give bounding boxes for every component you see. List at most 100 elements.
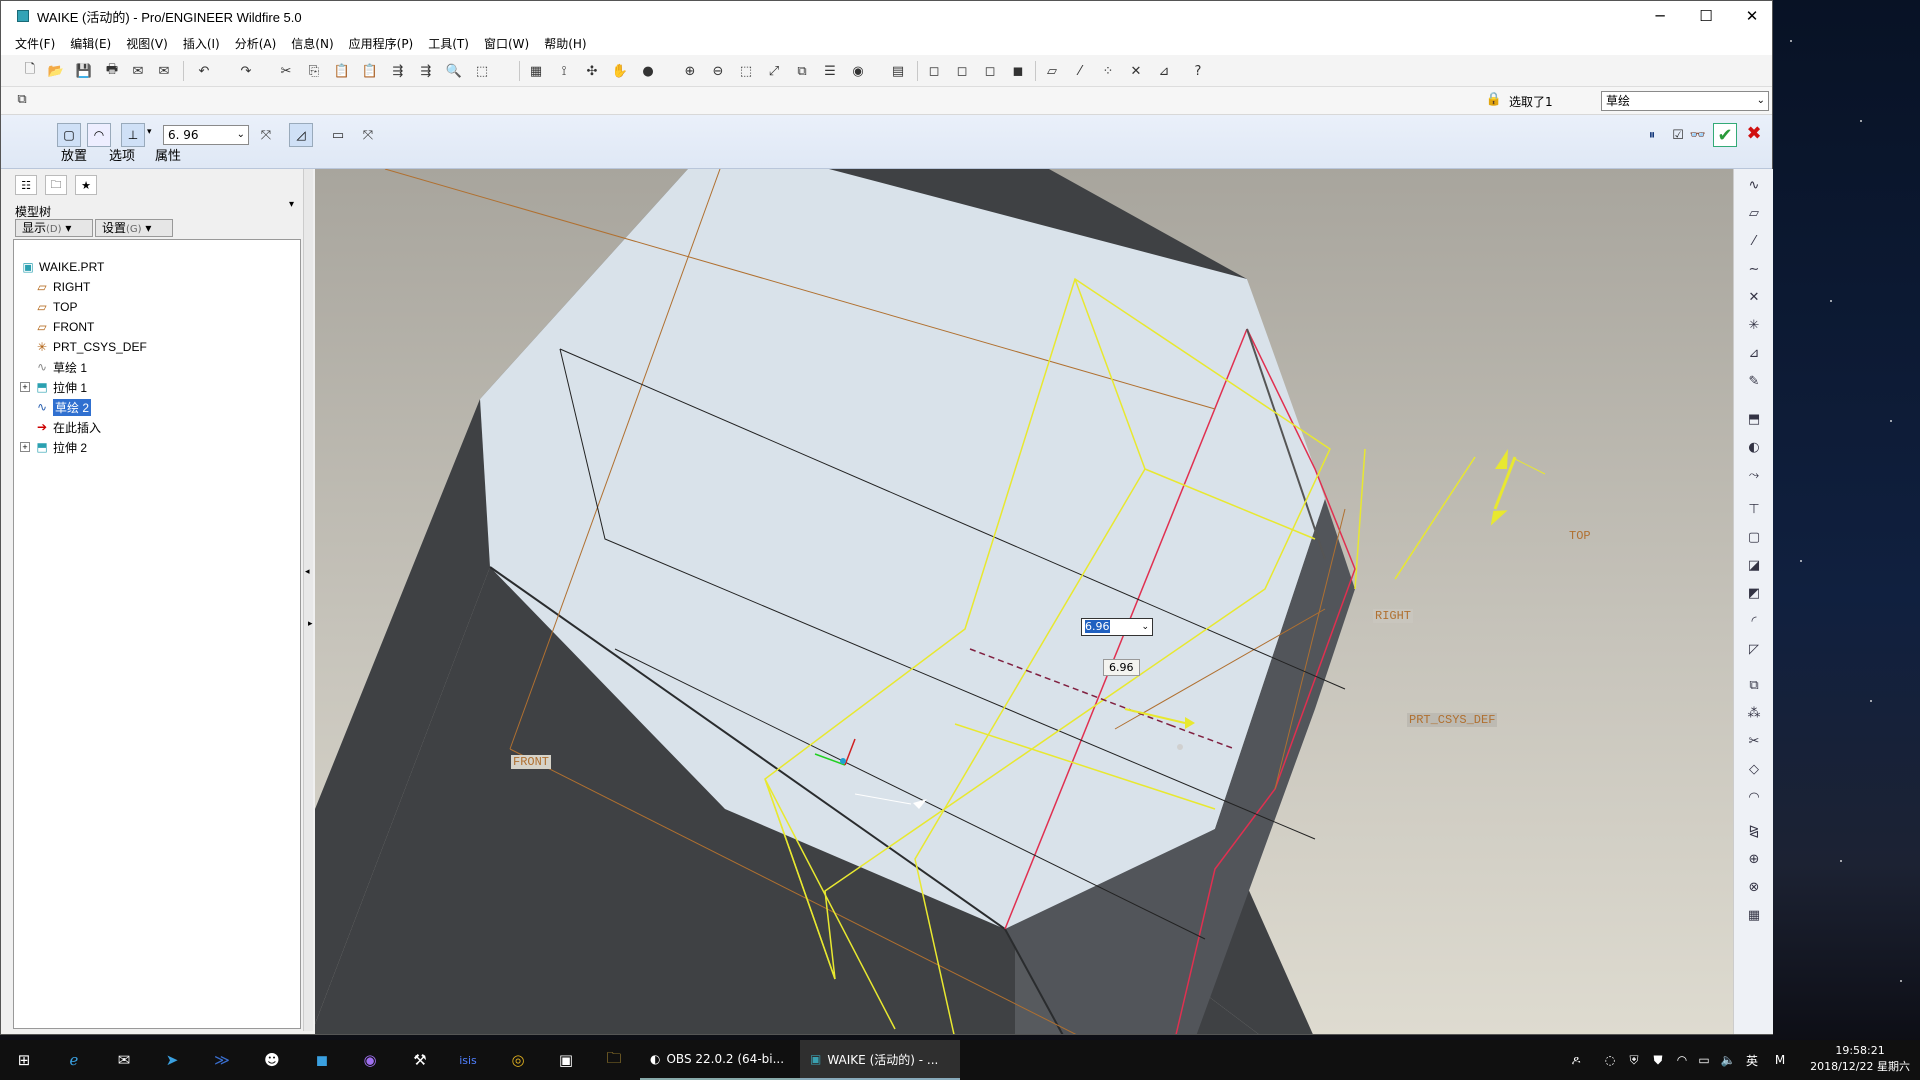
chrome-icon[interactable]: ◎ — [506, 1048, 530, 1072]
new-file-icon[interactable]: 🗋 — [21, 62, 39, 79]
menu-view[interactable]: 视图(V) — [126, 35, 168, 52]
paste-icon[interactable]: 📋 — [333, 63, 351, 79]
hole-tool-icon[interactable]: ⊤ — [1744, 499, 1764, 519]
model-tree-tab-icon[interactable]: ☷ — [15, 175, 37, 195]
sweep-tool-icon[interactable]: ⤳ — [1744, 465, 1764, 485]
tree-item-extrude1[interactable]: + ⬒ 拉伸 1 — [20, 378, 87, 396]
menu-info[interactable]: 信息(N) — [291, 35, 333, 52]
context-help-icon[interactable]: ? — [1189, 63, 1207, 79]
taskbar-proe-app[interactable]: ▣ WAIKE (活动的) - ... — [800, 1040, 960, 1080]
tree-item-part[interactable]: ▣ WAIKE.PRT — [20, 258, 104, 276]
close-button[interactable]: ✕ — [1729, 1, 1775, 31]
menu-window[interactable]: 窗口(W) — [484, 35, 529, 52]
no-hidden-icon[interactable]: ◻ — [981, 63, 999, 79]
tab-properties[interactable]: 属性 — [155, 145, 181, 164]
clock[interactable]: 19:58:21 2018/12/22 星期六 — [1810, 1043, 1910, 1075]
thicken-sketch-icon[interactable]: ▭ — [329, 127, 347, 143]
cut-icon[interactable]: ✂ — [277, 63, 295, 79]
redo-icon[interactable]: ↷ — [237, 63, 255, 79]
tray-app-icon[interactable]: ◌ — [1598, 1048, 1622, 1072]
round-tool-icon[interactable]: ◜ — [1744, 611, 1764, 631]
windows-start-icon[interactable]: ⊞ — [12, 1048, 36, 1072]
shell-tool-icon[interactable]: ▢ — [1744, 527, 1764, 547]
outlook-icon[interactable]: ✉ — [112, 1048, 136, 1072]
trim-tool-icon[interactable]: ✂ — [1744, 731, 1764, 751]
cancel-x-icon[interactable]: ✖ — [1745, 123, 1763, 144]
email-link-icon[interactable]: ✉ — [155, 63, 173, 79]
collapse-arrow-icon[interactable]: ◂ — [305, 567, 310, 577]
view-manager-icon[interactable]: ▤ — [889, 63, 907, 79]
find-icon[interactable]: 🔍 — [445, 63, 463, 79]
regenerate-icon[interactable]: ⇶ — [389, 63, 407, 79]
tree-item-csys[interactable]: ✳ PRT_CSYS_DEF — [34, 338, 147, 356]
taskbar-obs-app[interactable]: ◐ OBS 22.0.2 (64-bi... — [640, 1040, 800, 1080]
tree-item-right[interactable]: ▱ RIGHT — [34, 278, 90, 296]
volume-icon[interactable]: 🔈 — [1716, 1048, 1740, 1072]
print-icon[interactable]: 🖶 — [103, 62, 121, 79]
preview-icon[interactable]: ☑ — [1669, 127, 1687, 143]
sketch-tool-icon[interactable]: ∿ — [1744, 175, 1764, 195]
flip-material-icon[interactable]: ⤧ — [359, 127, 377, 143]
blind-depth-icon[interactable]: ⊥ — [121, 123, 145, 147]
zoom-out-icon[interactable]: ⊖ — [709, 63, 727, 79]
favorites-tab-icon[interactable]: ★ — [75, 175, 97, 195]
copy-tool-icon[interactable]: ⧉ — [1744, 675, 1764, 695]
dimension-edit-value[interactable]: 6.96 — [1085, 620, 1110, 633]
menu-analysis[interactable]: 分析(A) — [235, 35, 277, 52]
open-file-icon[interactable]: 📂 — [47, 63, 65, 79]
shape-tool-icon[interactable]: ✎ — [1744, 371, 1764, 391]
verify-glasses-icon[interactable]: 👓 — [1689, 127, 1707, 143]
tab-placement[interactable]: 放置 — [61, 145, 87, 164]
tree-item-extrude2[interactable]: + ⬒ 拉伸 2 — [20, 438, 87, 456]
window-app-icon[interactable]: ◼ — [310, 1048, 334, 1072]
telegram-icon[interactable]: ➤ — [160, 1048, 184, 1072]
depth-value-input[interactable]: 6. 96 ⌄ — [163, 125, 249, 145]
csys-toggle-icon[interactable]: ✕ — [1127, 63, 1145, 79]
ime-lang[interactable]: 英 — [1740, 1048, 1764, 1072]
undo-icon[interactable]: ↶ — [195, 63, 213, 79]
dimension-label[interactable]: 6.96 — [1103, 659, 1140, 676]
expand-icon[interactable]: + — [20, 442, 30, 452]
menu-help[interactable]: 帮助(H) — [544, 35, 586, 52]
sketcher-display-icon[interactable]: ▦ — [527, 63, 545, 79]
datum-plane-tool-icon[interactable]: ▱ — [1744, 203, 1764, 223]
wireframe-icon[interactable]: ◻ — [925, 63, 943, 79]
saved-views-icon[interactable]: ⧉ — [793, 63, 811, 79]
flip-direction-icon[interactable]: ⤧ — [257, 127, 275, 143]
annotation-toggle-icon[interactable]: ⊿ — [1155, 63, 1173, 79]
edge-icon[interactable]: ℯ — [62, 1048, 86, 1072]
chevron-down-icon[interactable]: ⌄ — [1141, 619, 1149, 635]
mirror-tool-icon[interactable]: ⧎ — [1744, 821, 1764, 841]
minimize-button[interactable]: ─ — [1637, 1, 1683, 31]
solid-extrude-icon[interactable]: ▢ — [57, 123, 81, 147]
tools-icon[interactable]: ⚒ — [408, 1048, 432, 1072]
rib-tool-icon[interactable]: ◪ — [1744, 555, 1764, 575]
offset-tool-icon[interactable]: ◇ — [1744, 759, 1764, 779]
menu-applications[interactable]: 应用程序(P) — [349, 35, 414, 52]
csys-tool-icon[interactable]: ✳ — [1744, 315, 1764, 335]
model-canvas[interactable] — [315, 169, 1733, 1034]
datum-curve-tool-icon[interactable]: ∼ — [1744, 259, 1764, 279]
people-icon[interactable]: ዶ — [1564, 1048, 1588, 1072]
network-icon[interactable]: ▭ — [1692, 1048, 1716, 1072]
regen-manager-icon[interactable]: ⇶ — [417, 63, 435, 79]
tree-item-sketch2[interactable]: ∿ 草绘 2 — [34, 398, 92, 416]
pause-icon[interactable]: ⏸ — [1643, 127, 1661, 143]
explorer-icon[interactable]: 🗀 — [602, 1048, 626, 1072]
wifi-icon[interactable]: ◠ — [1670, 1048, 1694, 1072]
chamfer-tool-icon[interactable]: ◸ — [1744, 639, 1764, 659]
shield-icon[interactable]: ⛨ — [1622, 1048, 1646, 1072]
datum-point-toggle-icon[interactable]: ⁘ — [1099, 63, 1117, 79]
refit-icon[interactable]: ⬚ — [737, 63, 755, 79]
surface-extrude-icon[interactable]: ◠ — [87, 123, 111, 147]
menu-file[interactable]: 文件(F) — [15, 35, 55, 52]
dimension-edit-box[interactable]: 6.96 ⌄ — [1081, 618, 1153, 636]
save-icon[interactable]: 💾 — [75, 63, 93, 79]
datum-point-tool-icon[interactable]: ✕ — [1744, 287, 1764, 307]
datum-display-icon[interactable]: ⟟ — [555, 63, 573, 79]
menu-insert[interactable]: 插入(I) — [183, 35, 220, 52]
datum-plane-toggle-icon[interactable]: ▱ — [1043, 63, 1061, 79]
tree-item-top[interactable]: ▱ TOP — [34, 298, 77, 316]
zoom-in-icon[interactable]: ⊕ — [681, 63, 699, 79]
thicken-tool-icon[interactable]: ◠ — [1744, 787, 1764, 807]
